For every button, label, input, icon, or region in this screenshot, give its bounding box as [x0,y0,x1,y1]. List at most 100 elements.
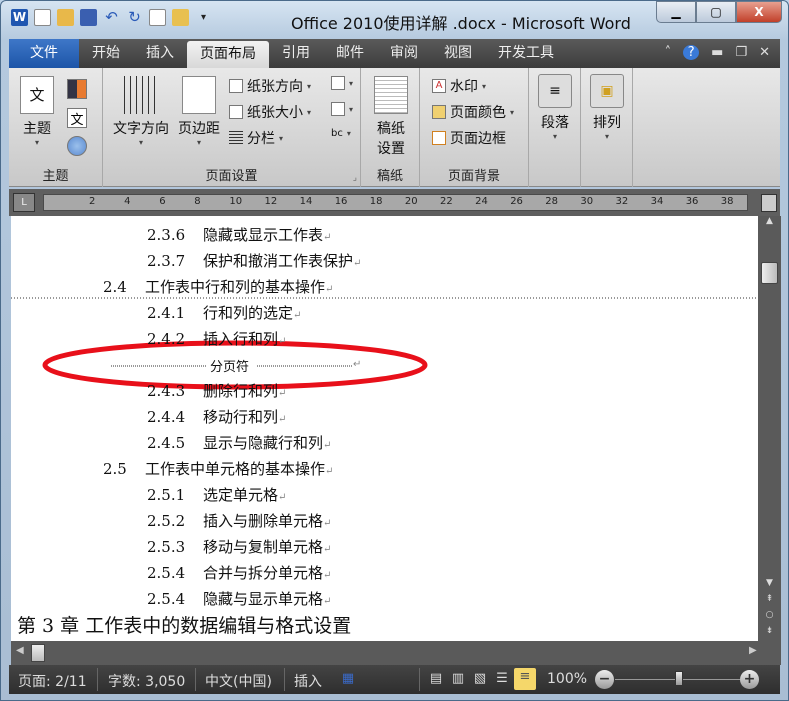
undo-icon[interactable]: ↶ [103,9,120,26]
theme-colors-icon[interactable] [67,79,87,99]
scroll-down-icon[interactable]: ▼ [758,575,781,591]
restore-button[interactable]: ▢ [696,1,736,23]
tab-view[interactable]: 视图 [431,39,485,68]
theme-icon: 文 [20,76,54,114]
macro-recording-icon[interactable]: ▦ [339,670,357,688]
window-title: Office 2010使用详解 .docx - Microsoft Word [291,14,631,33]
web-layout-icon[interactable]: ▧ [471,670,489,688]
print-layout-icon[interactable]: ▤ [427,670,445,688]
zoom-level[interactable]: 100% [547,671,587,687]
minimize-button[interactable]: ▁ [656,1,696,23]
horizontal-scrollbar[interactable]: ◀ ▶ [11,641,781,665]
toc-line[interactable]: 2.5.2 插入与删除单元格↵ [147,510,331,531]
toc-line[interactable]: 2.4.1 行和列的选定↵ [147,302,301,323]
zoom-in-button[interactable]: + [740,670,759,689]
horizontal-ruler[interactable]: L 246810121416182022242628303234363840 [9,189,780,216]
document-page[interactable]: 2.5.4 隐藏与显示单元格↵ 2.5.4 合并与拆分单元格↵ 2.5.3 移动与复制单元… [11,216,758,641]
outline-icon[interactable]: ☰ [493,670,511,688]
close-button[interactable]: X [736,1,782,23]
breaks-button[interactable]: ▾ [331,76,353,90]
toc-line[interactable]: 2.4.2 插入行和列↵ [147,328,286,349]
hyphenation-button[interactable]: bc ▾ [331,128,351,139]
tab-home[interactable]: 开始 [79,39,133,68]
theme-fonts-icon[interactable]: 文 [67,108,87,128]
toc-line[interactable]: 2.5 工作表中单元格的基本操作↵ [103,458,333,479]
language[interactable]: 中文(中国) [205,671,272,691]
orientation-button[interactable]: 纸张方向 ▾ [229,76,311,96]
toc-line[interactable]: 2.5.3 移动与复制单元格↵ [147,536,331,557]
zoom-out-button[interactable]: − [595,670,614,689]
vertical-scroll-thumb[interactable] [761,262,778,284]
paragraph-icon: ≡ [538,74,572,108]
page-setup-launcher-icon[interactable]: ⌟ [353,173,357,183]
page-color-button[interactable]: 页面颜色 ▾ [432,102,514,122]
line-numbers-button[interactable]: ▾ [331,102,353,116]
word-logo-icon[interactable]: W [11,9,28,26]
toc-line[interactable]: 2.3.7 保护和撤消工作表保护↵ [147,250,361,271]
ruler-tick: 36 [685,196,699,207]
margins-button[interactable]: 页边距 ▾ [175,76,223,147]
heading-text: 插入与删除单元格 [203,512,324,530]
collapse-ribbon-icon[interactable]: ˄ [665,45,672,60]
theme-button[interactable]: 文 主题 ▾ [17,76,57,147]
toc-line[interactable]: 2.5.1 选定单元格↵ [147,484,286,505]
tab-page-layout[interactable]: 页面布局 [187,41,269,68]
doc-close-icon[interactable]: ✕ [759,45,770,60]
next-page-icon[interactable]: ⇟ [758,623,781,639]
scroll-right-icon[interactable]: ▶ [749,645,757,656]
insert-mode[interactable]: 插入 [294,671,322,691]
full-screen-reading-icon[interactable]: ▥ [449,670,467,688]
tab-file[interactable]: 文件 [9,39,79,68]
browse-object-icon[interactable]: ○ [758,607,781,623]
horizontal-scroll-thumb[interactable] [31,644,45,662]
heading-text: 插入行和列 [203,330,279,348]
vertical-scrollbar[interactable]: ▲ ▼ ⇞ ○ ⇟ [758,216,781,641]
paragraph-button[interactable]: ≡ 段落 ▾ [537,74,573,141]
folder-icon[interactable] [172,9,189,26]
page-count[interactable]: 页面: 2/11 [18,671,87,691]
ruler-bar[interactable]: 246810121416182022242628303234363840 [43,194,748,211]
heading-text: 保护和撤消工作表保护 [203,252,354,270]
toc-line[interactable]: 2.5.4 合并与拆分单元格↵ [147,562,331,583]
tab-mailings[interactable]: 邮件 [323,39,377,68]
toc-line[interactable]: 2.4.5 显示与隐藏行和列↵ [147,432,331,453]
save-icon[interactable] [80,9,97,26]
toc-line[interactable]: 2.4 工作表中行和列的基本操作↵ [103,276,333,297]
manuscript-settings-button[interactable]: 稿纸 设置 [369,76,413,158]
paragraph-mark: ↵ [278,336,287,347]
draft-view-icon[interactable]: ≡ [514,668,536,690]
scroll-up-icon[interactable]: ▲ [758,216,781,226]
doc-restore-icon[interactable]: ❐ [735,45,747,60]
ruler-tick: 10 [229,196,243,207]
print-preview-icon[interactable] [149,9,166,26]
redo-icon[interactable]: ↻ [126,9,143,26]
columns-button[interactable]: 分栏 ▾ [229,128,283,148]
zoom-slider-thumb[interactable] [675,671,683,686]
tab-review[interactable]: 审阅 [377,39,431,68]
open-icon[interactable] [57,9,74,26]
word-count[interactable]: 字数: 3,050 [108,671,185,691]
view-ruler-icon[interactable] [761,194,777,212]
paragraph-mark: ↵ [323,596,332,607]
text-direction-button[interactable]: 文字方向 ▾ [109,76,173,147]
toc-line[interactable]: 2.3.6 隐藏或显示工作表↵ [147,224,331,245]
toc-line[interactable]: 2.5.4 隐藏与显示单元格↵ [147,588,331,609]
toc-line[interactable]: 2.4.4 移动行和列↵ [147,406,286,427]
watermark-button[interactable]: A 水印 ▾ [432,76,486,96]
customize-icon[interactable]: ▾ [195,9,212,26]
chapter-heading[interactable]: 第 3 章 工作表中的数据编辑与格式设置 [17,614,351,638]
tab-selector-icon[interactable]: L [13,193,35,212]
scroll-left-icon[interactable]: ◀ [16,645,24,656]
tab-insert[interactable]: 插入 [133,39,187,68]
doc-minimize-icon[interactable]: ▬ [711,45,723,60]
page-borders-button[interactable]: 页面边框 [432,128,506,148]
arrange-button[interactable]: ▣ 排列 ▾ [589,74,625,141]
tab-references[interactable]: 引用 [269,39,323,68]
theme-effects-icon[interactable] [67,136,87,156]
new-icon[interactable] [34,9,51,26]
previous-page-icon[interactable]: ⇞ [758,591,781,607]
help-icon[interactable]: ? [683,45,700,60]
toc-line[interactable]: 2.4.3 删除行和列↵ [147,380,286,401]
tab-developer[interactable]: 开发工具 [485,39,567,68]
size-button[interactable]: 纸张大小 ▾ [229,102,311,122]
